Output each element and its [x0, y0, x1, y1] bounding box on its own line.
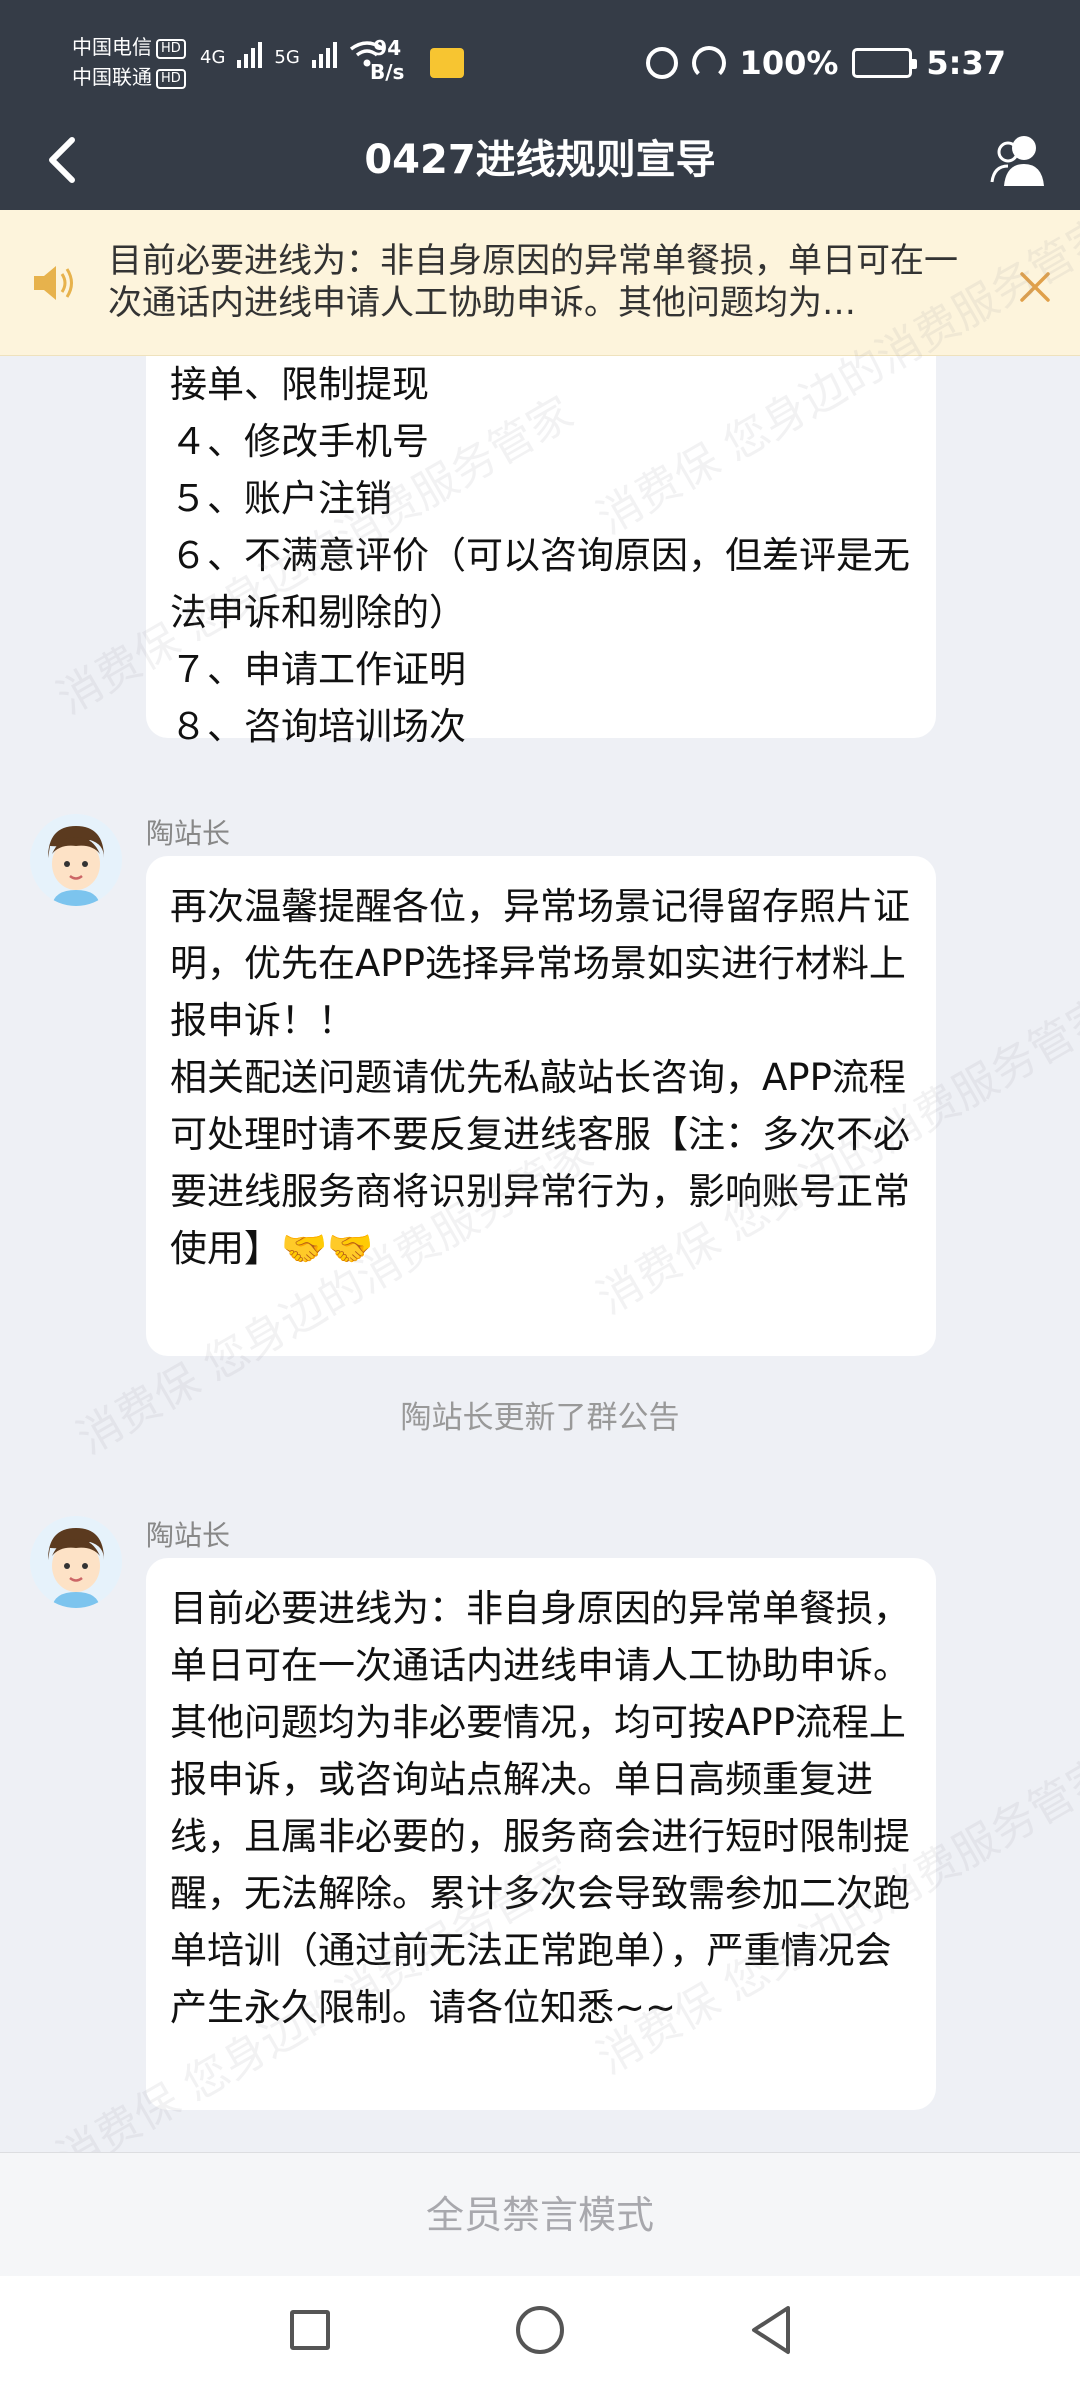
app-notification-icon: [430, 48, 464, 78]
chat-messages[interactable]: 接单、限制提现 ４、修改手机号 ５、账户注销 ６、不满意评价（可以咨询原因，但差…: [0, 356, 1080, 2152]
cartoon-avatar-icon: [30, 1516, 122, 1608]
cartoon-avatar-icon: [30, 814, 122, 906]
announcement-text: 目前必要进线为：非自身原因的异常单餐损，单日可在一次通话内进线申请人工协助申诉。…: [108, 241, 958, 323]
recent-apps-icon[interactable]: [290, 2310, 330, 2350]
message-text: 目前必要进线为：非自身原因的异常单餐损，单日可在一次通话内进线申请人工协助申诉。…: [170, 1587, 910, 2029]
status-bar: 中国电信 HD 中国联通 HD 4G 5G 94 B/s 100% 5:37: [0, 0, 1080, 110]
message-bubble[interactable]: 目前必要进线为：非自身原因的异常单餐损，单日可在一次通话内进线申请人工协助申诉。…: [146, 1558, 936, 2110]
speedometer-icon: [691, 46, 726, 80]
signal-icon: [311, 40, 337, 68]
right-status: 100% 5:37: [645, 44, 1006, 82]
message-bubble: 接单、限制提现 ４、修改手机号 ５、账户注销 ６、不满意评价（可以咨询原因，但差…: [146, 356, 936, 748]
close-icon[interactable]: [1018, 270, 1052, 304]
system-navigation-bar: [0, 2276, 1080, 2388]
network-icons: 4G 5G: [200, 40, 385, 68]
carrier-info: 中国电信 HD 中国联通 HD: [72, 32, 186, 92]
page-title: 0427进线规则宣导: [364, 137, 716, 183]
message-text: 再次温馨提醒各位，异常场景记得留存照片证明，优先在APP选择异常场景如实进行材料…: [170, 885, 910, 1270]
sender-name: 陶站长: [146, 1519, 231, 1552]
group-announcement-banner[interactable]: 目前必要进线为：非自身原因的异常单餐损，单日可在一次通话内进线申请人工协助申诉。…: [0, 210, 1080, 356]
group-members-icon[interactable]: [986, 130, 1050, 190]
carrier-unicom: 中国联通: [72, 65, 152, 89]
sender-name: 陶站长: [146, 817, 231, 850]
chat-header: 0427进线规则宣导: [0, 110, 1080, 210]
hd-badge: HD: [156, 68, 186, 89]
carrier-telecom: 中国电信: [72, 35, 152, 59]
speed-unit: B/s: [370, 60, 405, 84]
network-speed: 94 B/s: [370, 36, 404, 84]
speaker-icon: [34, 266, 73, 300]
system-notice: 陶站长更新了群公告: [400, 1400, 680, 1436]
nav-back-icon[interactable]: [746, 2304, 796, 2356]
hd-badge: HD: [156, 38, 186, 59]
mute-mode-bar: 全员禁言模式: [0, 2152, 1080, 2276]
battery-percent: 100%: [739, 44, 839, 82]
alarm-icon: [645, 47, 678, 79]
message-bubble[interactable]: 再次温馨提醒各位，异常场景记得留存照片证明，优先在APP选择异常场景如实进行材料…: [146, 856, 936, 1356]
speed-value: 94: [373, 36, 402, 60]
home-icon[interactable]: [516, 2306, 564, 2354]
network-4g-label: 4G: [200, 47, 226, 68]
avatar[interactable]: [30, 1516, 122, 1608]
avatar[interactable]: [30, 814, 122, 906]
clock: 5:37: [926, 44, 1006, 82]
signal-icon: [237, 40, 263, 68]
message-text: 接单、限制提现 ４、修改手机号 ５、账户注销 ６、不满意评价（可以咨询原因，但差…: [170, 363, 910, 748]
battery-icon: [852, 48, 918, 78]
network-5g-label: 5G: [274, 47, 300, 68]
